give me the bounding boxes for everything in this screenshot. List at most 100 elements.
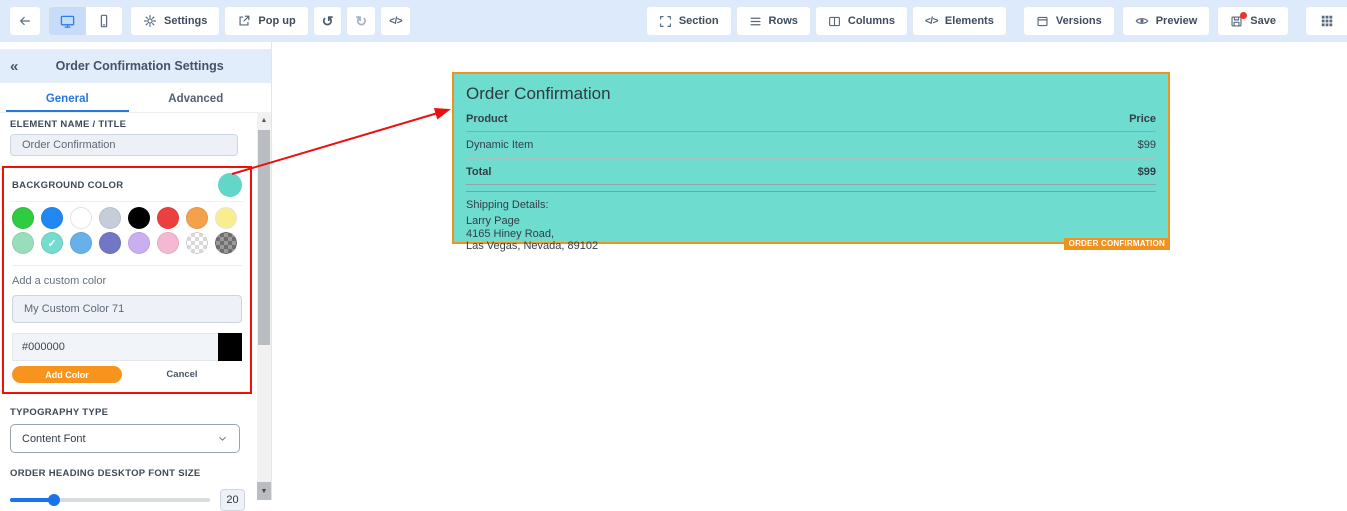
mobile-icon <box>97 14 111 28</box>
element-name-input[interactable] <box>10 134 238 156</box>
redo-icon: ↻ <box>355 13 368 29</box>
element-name-label: ELEMENT NAME / TITLE <box>10 119 127 130</box>
color-swatch[interactable] <box>128 232 150 254</box>
order-confirmation-element[interactable]: Order Confirmation Product Price Dynamic… <box>452 72 1170 252</box>
color-swatch[interactable] <box>70 207 92 229</box>
price-column-header: Price <box>1129 113 1156 125</box>
shipping-heading: Shipping Details: <box>466 199 549 211</box>
hex-color-preview <box>218 333 242 361</box>
arrow-left-icon <box>18 14 32 28</box>
versions-button[interactable]: Versions <box>1022 6 1115 36</box>
collapse-sidebar-icon[interactable]: « <box>10 59 18 74</box>
slider-thumb[interactable] <box>48 494 60 506</box>
device-toggle <box>48 6 123 36</box>
grid-icon <box>1320 14 1334 28</box>
preview-button[interactable]: Preview <box>1121 6 1211 36</box>
order-table-header: Product Price <box>466 104 1156 132</box>
sidebar-tabs: General Advanced <box>0 90 257 113</box>
typography-type-label: TYPOGRAPHY TYPE <box>10 407 109 418</box>
editor-canvas: Order Confirmation Product Price Dynamic… <box>273 42 1347 500</box>
back-button[interactable] <box>9 6 41 36</box>
color-swatch[interactable] <box>41 207 63 229</box>
hex-color-input[interactable] <box>12 333 218 361</box>
desktop-icon <box>60 14 75 29</box>
eye-icon <box>1135 14 1149 28</box>
section-button[interactable]: Section <box>645 6 732 36</box>
typography-select-value: Content Font <box>22 432 86 445</box>
undo-button[interactable]: ↺ <box>312 6 343 36</box>
gear-icon <box>143 14 157 28</box>
shipping-line: Larry Page <box>466 215 520 227</box>
mobile-view-button[interactable] <box>86 7 122 35</box>
add-color-button[interactable]: Add Color <box>12 366 122 383</box>
redo-button[interactable]: ↻ <box>346 6 377 36</box>
rows-icon <box>749 15 762 28</box>
table-bottom-border <box>466 185 1156 192</box>
font-size-value: 20 <box>220 489 245 511</box>
sidebar-body: ELEMENT NAME / TITLE BACKGROUND COLOR ✓ … <box>0 114 258 511</box>
color-swatch[interactable] <box>99 232 121 254</box>
scrollbar-thumb[interactable] <box>258 130 270 345</box>
code-icon: </> <box>389 15 403 27</box>
shipping-line: Las Vegas, Nevada, 89102 <box>466 240 599 252</box>
rows-label: Rows <box>768 15 798 27</box>
code-button[interactable]: </> <box>380 6 412 36</box>
columns-button[interactable]: Columns <box>814 6 908 36</box>
tab-general[interactable]: General <box>6 90 129 112</box>
scroll-down-icon[interactable]: ▼ <box>257 482 271 500</box>
unsaved-dot <box>1240 11 1248 19</box>
divider <box>10 201 244 202</box>
total-price: $99 <box>1137 166 1156 178</box>
settings-label: Settings <box>164 15 208 27</box>
section-corners-icon <box>659 15 672 28</box>
save-button[interactable]: Save <box>1217 6 1289 36</box>
versions-icon <box>1036 15 1049 28</box>
preview-label: Preview <box>1155 15 1198 27</box>
tab-advanced[interactable]: Advanced <box>135 90 258 112</box>
scroll-up-icon[interactable]: ▲ <box>257 112 271 128</box>
current-color-swatch[interactable] <box>218 173 242 197</box>
elements-label: Elements <box>944 15 994 27</box>
total-label: Total <box>466 166 492 178</box>
rows-button[interactable]: Rows <box>735 6 811 36</box>
cancel-button[interactable]: Cancel <box>122 369 242 380</box>
desktop-view-button[interactable] <box>49 7 86 35</box>
elements-code-icon: </> <box>924 15 938 27</box>
color-swatch[interactable] <box>157 232 179 254</box>
color-swatch[interactable] <box>99 207 121 229</box>
custom-color-name-input[interactable] <box>12 295 242 323</box>
font-size-slider[interactable] <box>10 493 210 507</box>
color-swatch[interactable] <box>12 232 34 254</box>
apps-grid-button[interactable] <box>1305 6 1347 36</box>
order-total-row: Total $99 <box>466 159 1156 185</box>
item-name: Dynamic Item <box>466 139 534 151</box>
top-toolbar: Settings Pop up ↺ ↻ </> Section Rows Col… <box>0 0 1347 42</box>
custom-color-section: Add a custom color Add Color Cancel <box>12 265 242 383</box>
custom-color-label: Add a custom color <box>12 275 107 287</box>
sidebar-scrollbar[interactable]: ▲ ▼ <box>257 112 271 500</box>
color-swatch[interactable] <box>12 207 34 229</box>
color-swatch[interactable] <box>215 207 237 229</box>
save-icon <box>1230 11 1248 28</box>
element-type-badge: ORDER CONFIRMATION <box>1063 238 1170 250</box>
settings-button[interactable]: Settings <box>130 6 221 36</box>
order-heading-font-size-label: ORDER HEADING DESKTOP FONT SIZE <box>10 468 201 479</box>
order-table-row: Dynamic Item $99 <box>466 132 1156 159</box>
color-swatch[interactable] <box>186 232 208 254</box>
external-link-icon <box>237 14 251 28</box>
sidebar-header: « Order Confirmation Settings <box>0 49 271 83</box>
undo-icon: ↺ <box>321 13 334 29</box>
color-swatch[interactable] <box>128 207 150 229</box>
chevron-down-icon <box>217 433 228 444</box>
color-swatch[interactable]: ✓ <box>41 232 63 254</box>
typography-select[interactable]: Content Font <box>10 424 240 453</box>
color-swatch[interactable] <box>70 232 92 254</box>
columns-label: Columns <box>847 15 895 27</box>
section-label: Section <box>678 15 719 27</box>
color-swatch[interactable] <box>215 232 237 254</box>
color-swatch[interactable] <box>157 207 179 229</box>
color-swatch-grid: ✓ <box>12 207 242 254</box>
popup-button[interactable]: Pop up <box>224 6 309 36</box>
elements-button[interactable]: </> Elements <box>911 6 1007 36</box>
color-swatch[interactable] <box>186 207 208 229</box>
